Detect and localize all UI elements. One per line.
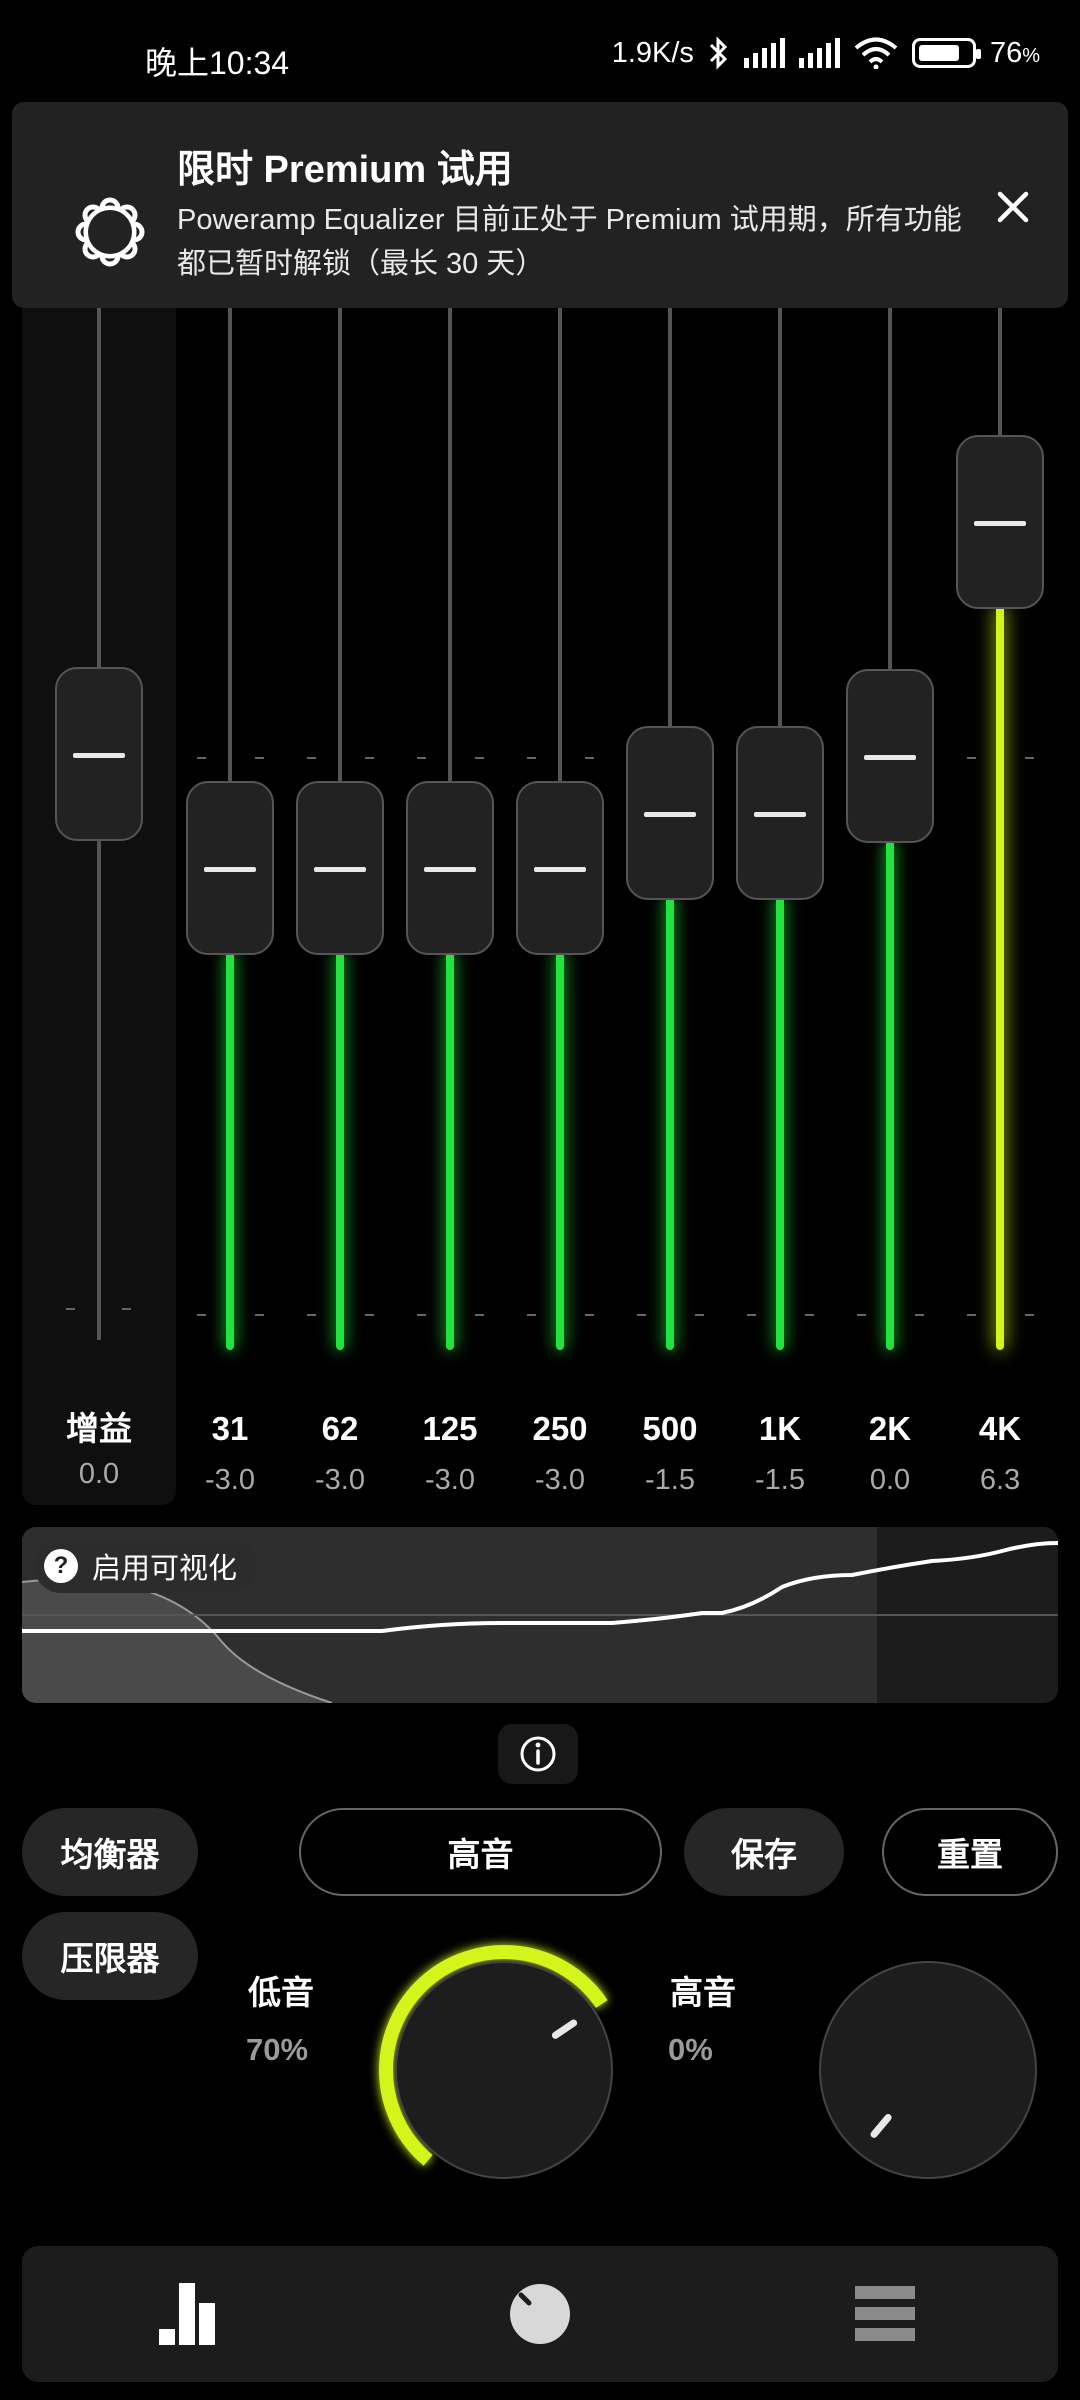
close-icon[interactable] [988, 182, 1038, 232]
knob-icon [509, 2284, 570, 2344]
save-button[interactable]: 保存 [684, 1808, 844, 1896]
band-value: 6.3 [979, 1464, 1021, 1496]
band-value: -3.0 [425, 1464, 475, 1496]
info-button[interactable] [498, 1724, 578, 1784]
limiter-button[interactable]: 压限器 [22, 1912, 198, 2000]
bass-knob[interactable] [360, 1920, 640, 2200]
gain-handle[interactable] [55, 667, 143, 841]
bass-value: 70% [246, 2032, 309, 2067]
battery-percent: 76% [989, 36, 1040, 69]
band-handle[interactable] [406, 781, 494, 955]
equalizer-bars-icon [158, 2283, 215, 2345]
toggle-label: 启用可视化 [92, 1553, 238, 1585]
band-level [666, 895, 674, 1350]
bluetooth-icon [709, 36, 728, 70]
band-freq: 4K [978, 1410, 1022, 1447]
band-value: -1.5 [645, 1464, 695, 1496]
band-freq: 31 [211, 1410, 249, 1447]
band-value: 0.0 [869, 1464, 911, 1496]
preset-button[interactable]: 高音 [299, 1808, 662, 1896]
nav-equalizer[interactable] [22, 2246, 367, 2382]
band-handle[interactable] [186, 781, 274, 955]
band-freq: 2K [868, 1410, 912, 1447]
band-freq: 62 [321, 1410, 359, 1447]
cellular-signal-icon-2 [798, 38, 840, 68]
reset-button[interactable]: 重置 [882, 1808, 1058, 1896]
band-level [336, 950, 344, 1350]
menu-icon [854, 2286, 915, 2341]
frequency-response-graph[interactable]: ? 启用可视化 [22, 1527, 1058, 1703]
band-freq: 1K [758, 1410, 802, 1447]
enable-visualization-toggle[interactable]: ? 启用可视化 [34, 1539, 258, 1593]
poweramp-flower-icon [75, 197, 145, 267]
band-level [776, 895, 784, 1350]
band-freq: 250 [532, 1410, 588, 1447]
status-bar: 晚上10:34 1.9K/s 76% [0, 0, 1080, 100]
treble-label: 高音 [670, 1974, 736, 2011]
battery-icon [911, 38, 981, 68]
equalizer-panel: 增益 0.0 31 -3.0 62 -3.0 125 -3.0 250 -3.0 [0, 300, 1080, 1520]
premium-trial-banner: 限时 Premium 试用 Poweramp Equalizer 目前正处于 P… [12, 102, 1068, 308]
band-value: -1.5 [755, 1464, 805, 1496]
band-level [556, 950, 564, 1350]
band-handle[interactable] [956, 435, 1044, 609]
band-level [446, 950, 454, 1350]
help-icon: ? [44, 1549, 78, 1583]
band-value: -3.0 [315, 1464, 365, 1496]
wifi-icon [854, 37, 898, 69]
band-level [996, 605, 1004, 1350]
band-value: -3.0 [535, 1464, 585, 1496]
nav-menu[interactable] [712, 2246, 1057, 2382]
bottom-navigation [22, 2246, 1058, 2382]
status-time: 晚上10:34 [145, 45, 290, 81]
band-handle[interactable] [846, 669, 934, 843]
band-freq: 125 [422, 1410, 478, 1447]
band-handle[interactable] [516, 781, 604, 955]
cellular-signal-icon [743, 38, 785, 68]
treble-knob[interactable] [808, 1950, 1048, 2190]
band-handle[interactable] [736, 726, 824, 900]
treble-value: 0% [668, 2032, 713, 2067]
equalizer-button[interactable]: 均衡器 [22, 1808, 198, 1896]
info-icon [520, 1736, 556, 1772]
band-handle[interactable] [296, 781, 384, 955]
bass-label: 低音 [248, 1974, 314, 2011]
net-speed: 1.9K/s [611, 36, 694, 69]
gain-value: 0.0 [78, 1458, 120, 1490]
band-level [226, 950, 234, 1350]
band-handle[interactable] [626, 726, 714, 900]
band-level [886, 840, 894, 1350]
band-freq: 500 [642, 1410, 698, 1447]
nav-tone-controls[interactable] [367, 2246, 712, 2382]
band-value: -3.0 [205, 1464, 255, 1496]
banner-title: 限时 Premium 试用 [177, 149, 513, 191]
gain-label: 增益 [66, 1410, 132, 1447]
banner-message: Poweramp Equalizer 目前正处于 Premium 试用期，所有功… [177, 204, 962, 280]
